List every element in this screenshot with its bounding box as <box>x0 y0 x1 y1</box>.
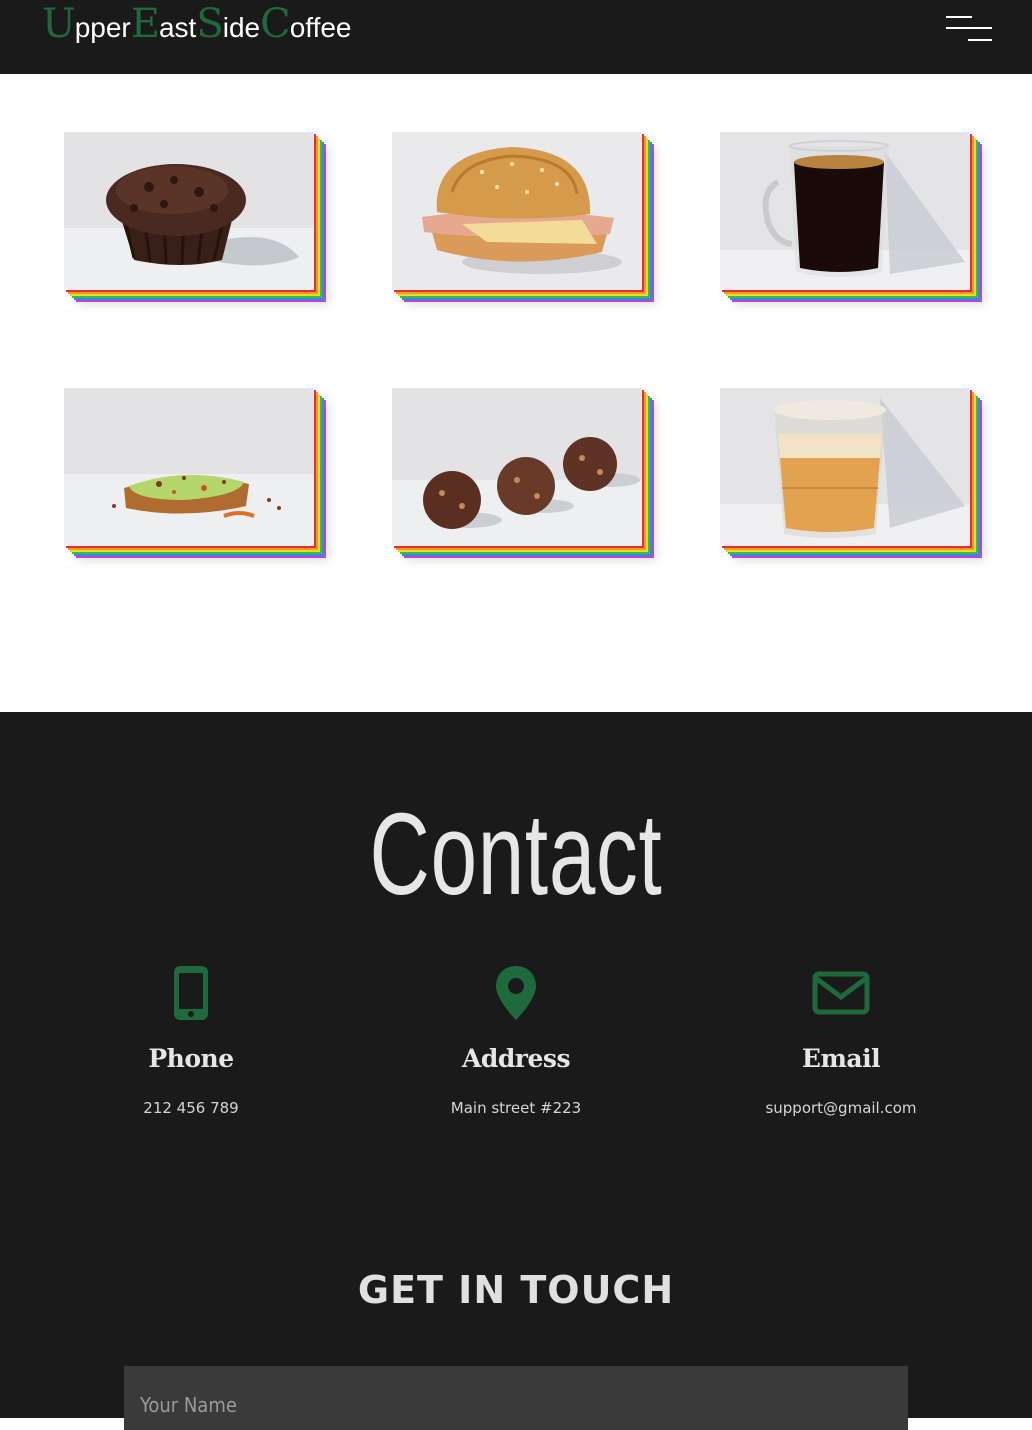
ham-sandwich-image <box>392 132 642 290</box>
contact-address: Address Main street #223 <box>366 962 666 1117</box>
envelope-icon <box>691 962 991 1024</box>
site-logo[interactable]: Upper East Side Coffee <box>42 0 352 48</box>
email-value[interactable]: support@gmail.com <box>691 1099 991 1117</box>
logo-letter: S <box>196 1 223 47</box>
phone-value[interactable]: 212 456 789 <box>41 1099 341 1117</box>
logo-text: ast <box>158 12 197 43</box>
gallery-item-energy-bites[interactable] <box>392 388 642 546</box>
black-coffee-image <box>720 132 970 290</box>
phone-heading: Phone <box>148 1044 234 1073</box>
name-input[interactable] <box>124 1366 908 1430</box>
latte-glass-image <box>720 388 970 546</box>
logo-text: pper <box>74 12 131 43</box>
contact-title: Contact <box>369 789 663 919</box>
chocolate-muffin-image <box>64 132 314 290</box>
address-value: Main street #223 <box>450 1099 582 1117</box>
logo-text: offee <box>289 12 352 43</box>
gallery-item-latte[interactable] <box>720 388 970 546</box>
energy-bites-image <box>392 388 642 546</box>
address-heading: Address <box>461 1044 571 1073</box>
logo-letter: C <box>260 1 291 47</box>
gallery-item-coffee[interactable] <box>720 132 970 290</box>
avocado-toast-image <box>64 388 314 546</box>
phone-icon <box>41 962 341 1024</box>
hamburger-menu-icon[interactable] <box>944 14 994 44</box>
gallery-item-avocado-toast[interactable] <box>64 388 314 546</box>
logo-letter: U <box>42 1 76 47</box>
logo-letter: E <box>130 1 160 47</box>
gallery-item-muffin[interactable] <box>64 132 314 290</box>
location-pin-icon <box>366 962 666 1024</box>
get-in-touch-heading: GET IN TOUCH <box>357 1268 675 1312</box>
site-header: Upper East Side Coffee <box>0 0 1032 74</box>
contact-section: Contact Phone 212 456 789 Address Main s… <box>0 712 1032 1430</box>
contact-email: Email support@gmail.com <box>691 962 991 1117</box>
email-heading: Email <box>801 1044 881 1073</box>
contact-phone: Phone 212 456 789 <box>41 962 341 1117</box>
menu-gallery <box>0 74 1032 712</box>
logo-text: ide <box>222 12 261 43</box>
gallery-item-sandwich[interactable] <box>392 132 642 290</box>
